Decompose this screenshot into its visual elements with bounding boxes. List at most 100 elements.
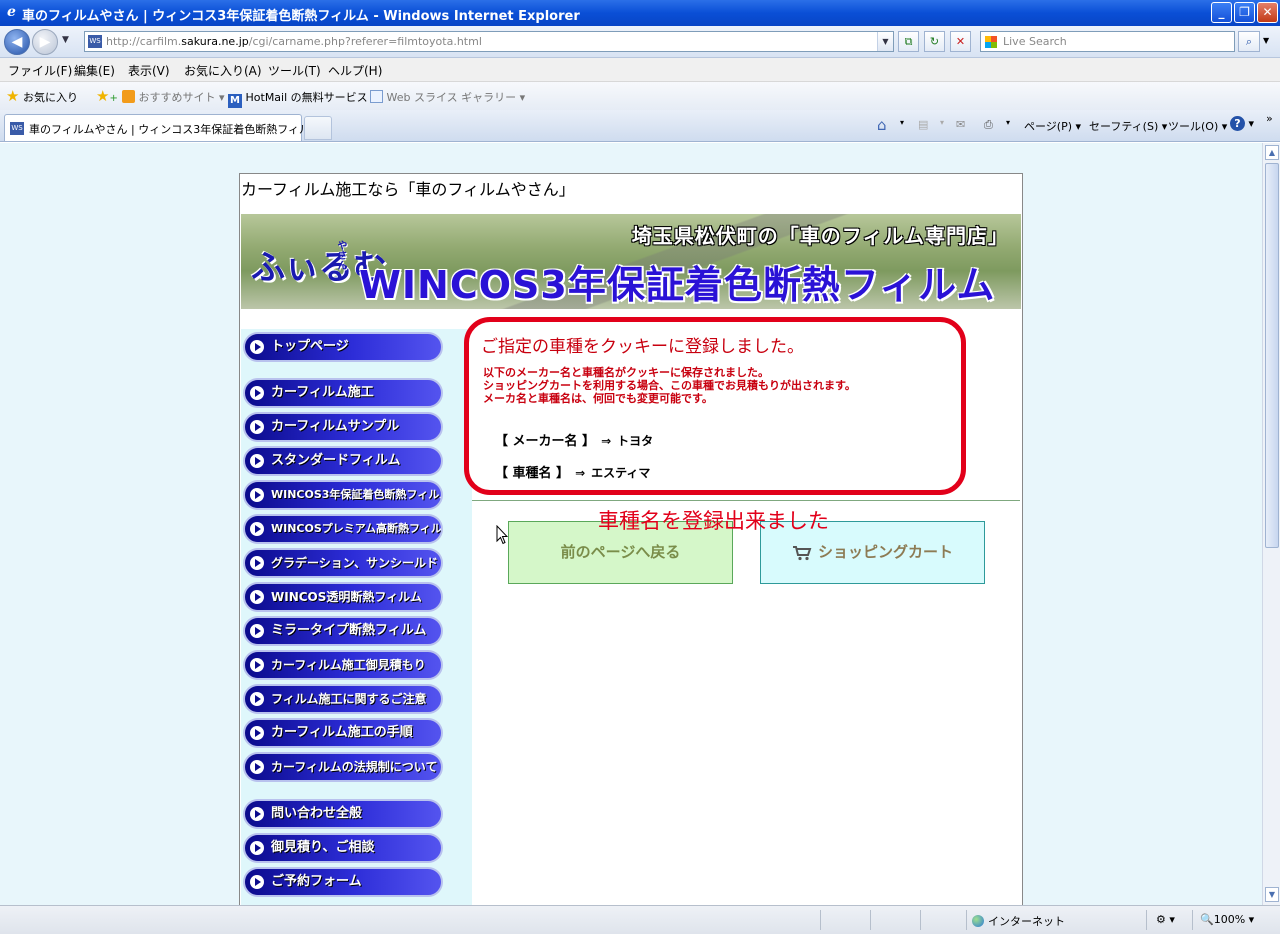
window-title: 車のフィルムやさん | ウィンコス3年保証着色断熱フィルム - Windows … <box>22 9 580 24</box>
page-viewport: カーフィルム施工なら「車のフィルムやさん」 埼玉県松伏町の「車のフィルム専門店」… <box>0 143 1262 905</box>
tab-favicon-icon: WS <box>10 122 24 135</box>
main-content: ご指定の車種をクッキーに登録しました。 以下のメーカー名と車種名がクッキーに保存… <box>464 317 1022 905</box>
play-arrow-icon <box>250 841 264 855</box>
nav-standard-film[interactable]: スタンダードフィルム <box>243 446 443 476</box>
menu-view[interactable]: 表示(V) <box>128 62 170 79</box>
banner-title: WINCOS3年保証着色断熱フィルム <box>359 263 996 307</box>
address-url: http://carfilm.sakura.ne.jp/cgi/carname.… <box>106 35 482 48</box>
nav-top-page[interactable]: トップページ <box>243 332 443 362</box>
refresh-icon[interactable]: ↻ <box>924 31 945 52</box>
play-arrow-icon <box>250 624 264 638</box>
search-icon[interactable]: ⌕ <box>1238 31 1260 52</box>
menu-help[interactable]: ヘルプ(H) <box>328 62 382 79</box>
search-input[interactable]: Live Search <box>980 31 1235 52</box>
security-zone: インターネット <box>972 913 1065 929</box>
globe-icon <box>972 915 984 927</box>
forward-nav-button[interactable]: ▶ <box>32 29 58 55</box>
compatibility-view-icon[interactable]: ⧉ <box>898 31 919 52</box>
play-arrow-icon <box>250 556 264 570</box>
recommended-sites-icon <box>122 90 135 103</box>
web-slice-gallery-link[interactable]: Web スライス ギャラリー ▾ <box>370 89 525 105</box>
maker-label: 【 メーカー名 】 <box>495 434 596 449</box>
site-logo[interactable]: ふぃるむ やさん <box>251 234 387 290</box>
cart-icon <box>792 545 812 560</box>
play-arrow-icon <box>250 658 264 672</box>
nav-mirror-film[interactable]: ミラータイプ断熱フィルム <box>243 616 443 646</box>
safety-menu[interactable]: セーフティ(S) ▾ <box>1089 118 1167 134</box>
maker-value: トヨタ <box>617 434 654 448</box>
site-banner: 埼玉県松伏町の「車のフィルム専門店」 ふぃるむ やさん WINCOS3年保証着色… <box>241 214 1021 309</box>
restore-button[interactable]: ❐ <box>1234 2 1255 23</box>
page-menu[interactable]: ページ(P) ▾ <box>1024 118 1081 134</box>
minimize-button[interactable]: _ <box>1211 2 1232 23</box>
feeds-icon[interactable]: ▤ <box>918 118 928 131</box>
nav-film-estimate[interactable]: カーフィルム施工御見積もり <box>243 650 443 680</box>
play-arrow-icon <box>250 692 264 706</box>
play-arrow-icon <box>250 760 264 774</box>
print-dropdown-icon[interactable]: ▾ <box>1006 118 1010 127</box>
tools-menu[interactable]: ツール(O) ▾ <box>1168 118 1227 134</box>
address-input[interactable]: WS http://carfilm.sakura.ne.jp/cgi/carna… <box>84 31 894 52</box>
search-options-dropdown-icon[interactable]: ▼ <box>1263 36 1269 45</box>
zoom-level[interactable]: 🔍100% ▾ <box>1200 913 1254 926</box>
more-commands-icon[interactable]: » <box>1266 112 1273 125</box>
home-dropdown-icon[interactable]: ▾ <box>900 118 904 127</box>
play-arrow-icon <box>250 386 264 400</box>
play-arrow-icon <box>250 420 264 434</box>
nav-car-film-sample[interactable]: カーフィルムサンプル <box>243 412 443 442</box>
favorites-button[interactable]: ★ お気に入り <box>6 87 78 105</box>
home-icon[interactable]: ⌂ <box>877 116 887 134</box>
address-toolbar: ◀ ▶ ▼ WS http://carfilm.sakura.ne.jp/cgi… <box>0 26 1280 58</box>
protected-mode-icon[interactable]: ⚙ ▾ <box>1156 913 1175 926</box>
play-arrow-icon <box>250 807 264 821</box>
banner-tagline: 埼玉県松伏町の「車のフィルム専門店」 <box>631 224 1009 248</box>
car-row: 【 車種名 】 ⇒ エスティマ <box>495 466 651 481</box>
play-arrow-icon <box>250 726 264 740</box>
message-heading: ご指定の車種をクッキーに登録しました。 <box>481 337 804 357</box>
nav-car-film-install[interactable]: カーフィルム施工 <box>243 378 443 408</box>
add-favorite-icon[interactable]: ★+ <box>96 87 118 105</box>
nav-reservation-form[interactable]: ご予約フォーム <box>243 867 443 897</box>
menu-edit[interactable]: 編集(E) <box>74 62 115 79</box>
live-search-logo-icon <box>985 36 997 48</box>
hotmail-link[interactable]: M HotMail の無料サービス <box>228 89 368 108</box>
hotmail-icon: M <box>228 94 242 108</box>
new-tab-button[interactable] <box>304 116 332 140</box>
vertical-scrollbar[interactable]: ▲ ▼ <box>1262 143 1280 905</box>
nav-wincos-clear-film[interactable]: WINCOS透明断熱フィルム <box>243 582 443 612</box>
star-icon: ★ <box>6 87 20 105</box>
registered-notice: 車種名を登録出来ました <box>598 509 829 533</box>
nav-film-procedure[interactable]: カーフィルム施工の手順 <box>243 718 443 748</box>
feeds-dropdown-icon[interactable]: ▾ <box>940 118 944 127</box>
address-dropdown-icon[interactable]: ▼ <box>877 32 893 51</box>
nav-estimate-consult[interactable]: 御見積り、ご相談 <box>243 833 443 863</box>
play-arrow-icon <box>250 590 264 604</box>
tab-bar: WS 車のフィルムやさん | ウィンコス3年保証着色断熱フィルム ⌂ ▾ ▤ ▾… <box>0 110 1280 142</box>
print-icon[interactable]: ⎙ <box>984 118 993 132</box>
sidebar-nav: トップページ カーフィルム施工 カーフィルムサンプル スタンダードフィルム WI… <box>241 329 472 905</box>
scroll-up-icon[interactable]: ▲ <box>1265 145 1279 160</box>
play-arrow-icon <box>250 340 264 354</box>
nav-wincos-premium-film[interactable]: WINCOSプレミアム高断熱フィルム <box>243 514 443 544</box>
scroll-down-icon[interactable]: ▼ <box>1265 887 1279 902</box>
nav-film-regulations[interactable]: カーフィルムの法規制について <box>243 752 443 782</box>
tab-current-page[interactable]: WS 車のフィルムやさん | ウィンコス3年保証着色断熱フィルム <box>4 114 321 141</box>
nav-wincos-3yr-film[interactable]: WINCOS3年保証着色断熱フィルム <box>243 480 443 510</box>
menu-file[interactable]: ファイル(F) <box>8 62 72 79</box>
menu-favorites[interactable]: お気に入り(A) <box>184 62 262 79</box>
back-nav-button[interactable]: ◀ <box>4 29 30 55</box>
nav-gradation-sunshield[interactable]: グラデーション、サンシールド <box>243 548 443 578</box>
recent-pages-dropdown-icon[interactable]: ▼ <box>62 35 69 45</box>
menu-tools[interactable]: ツール(T) <box>268 62 321 79</box>
recommended-sites-link[interactable]: おすすめサイト ▾ <box>122 89 225 105</box>
help-icon[interactable]: ? ▾ <box>1230 116 1254 131</box>
nav-film-notes[interactable]: フィルム施工に関するご注意 <box>243 684 443 714</box>
stop-icon[interactable]: ✕ <box>950 31 971 52</box>
play-arrow-icon <box>250 454 264 468</box>
site-favicon-icon: WS <box>88 35 102 48</box>
read-mail-icon[interactable]: ✉ <box>956 118 965 131</box>
scroll-thumb[interactable] <box>1265 163 1279 548</box>
cookie-saved-message: ご指定の車種をクッキーに登録しました。 以下のメーカー名と車種名がクッキーに保存… <box>464 317 966 495</box>
nav-general-inquiry[interactable]: 問い合わせ全般 <box>243 799 443 829</box>
close-window-button[interactable]: ✕ <box>1257 2 1278 23</box>
